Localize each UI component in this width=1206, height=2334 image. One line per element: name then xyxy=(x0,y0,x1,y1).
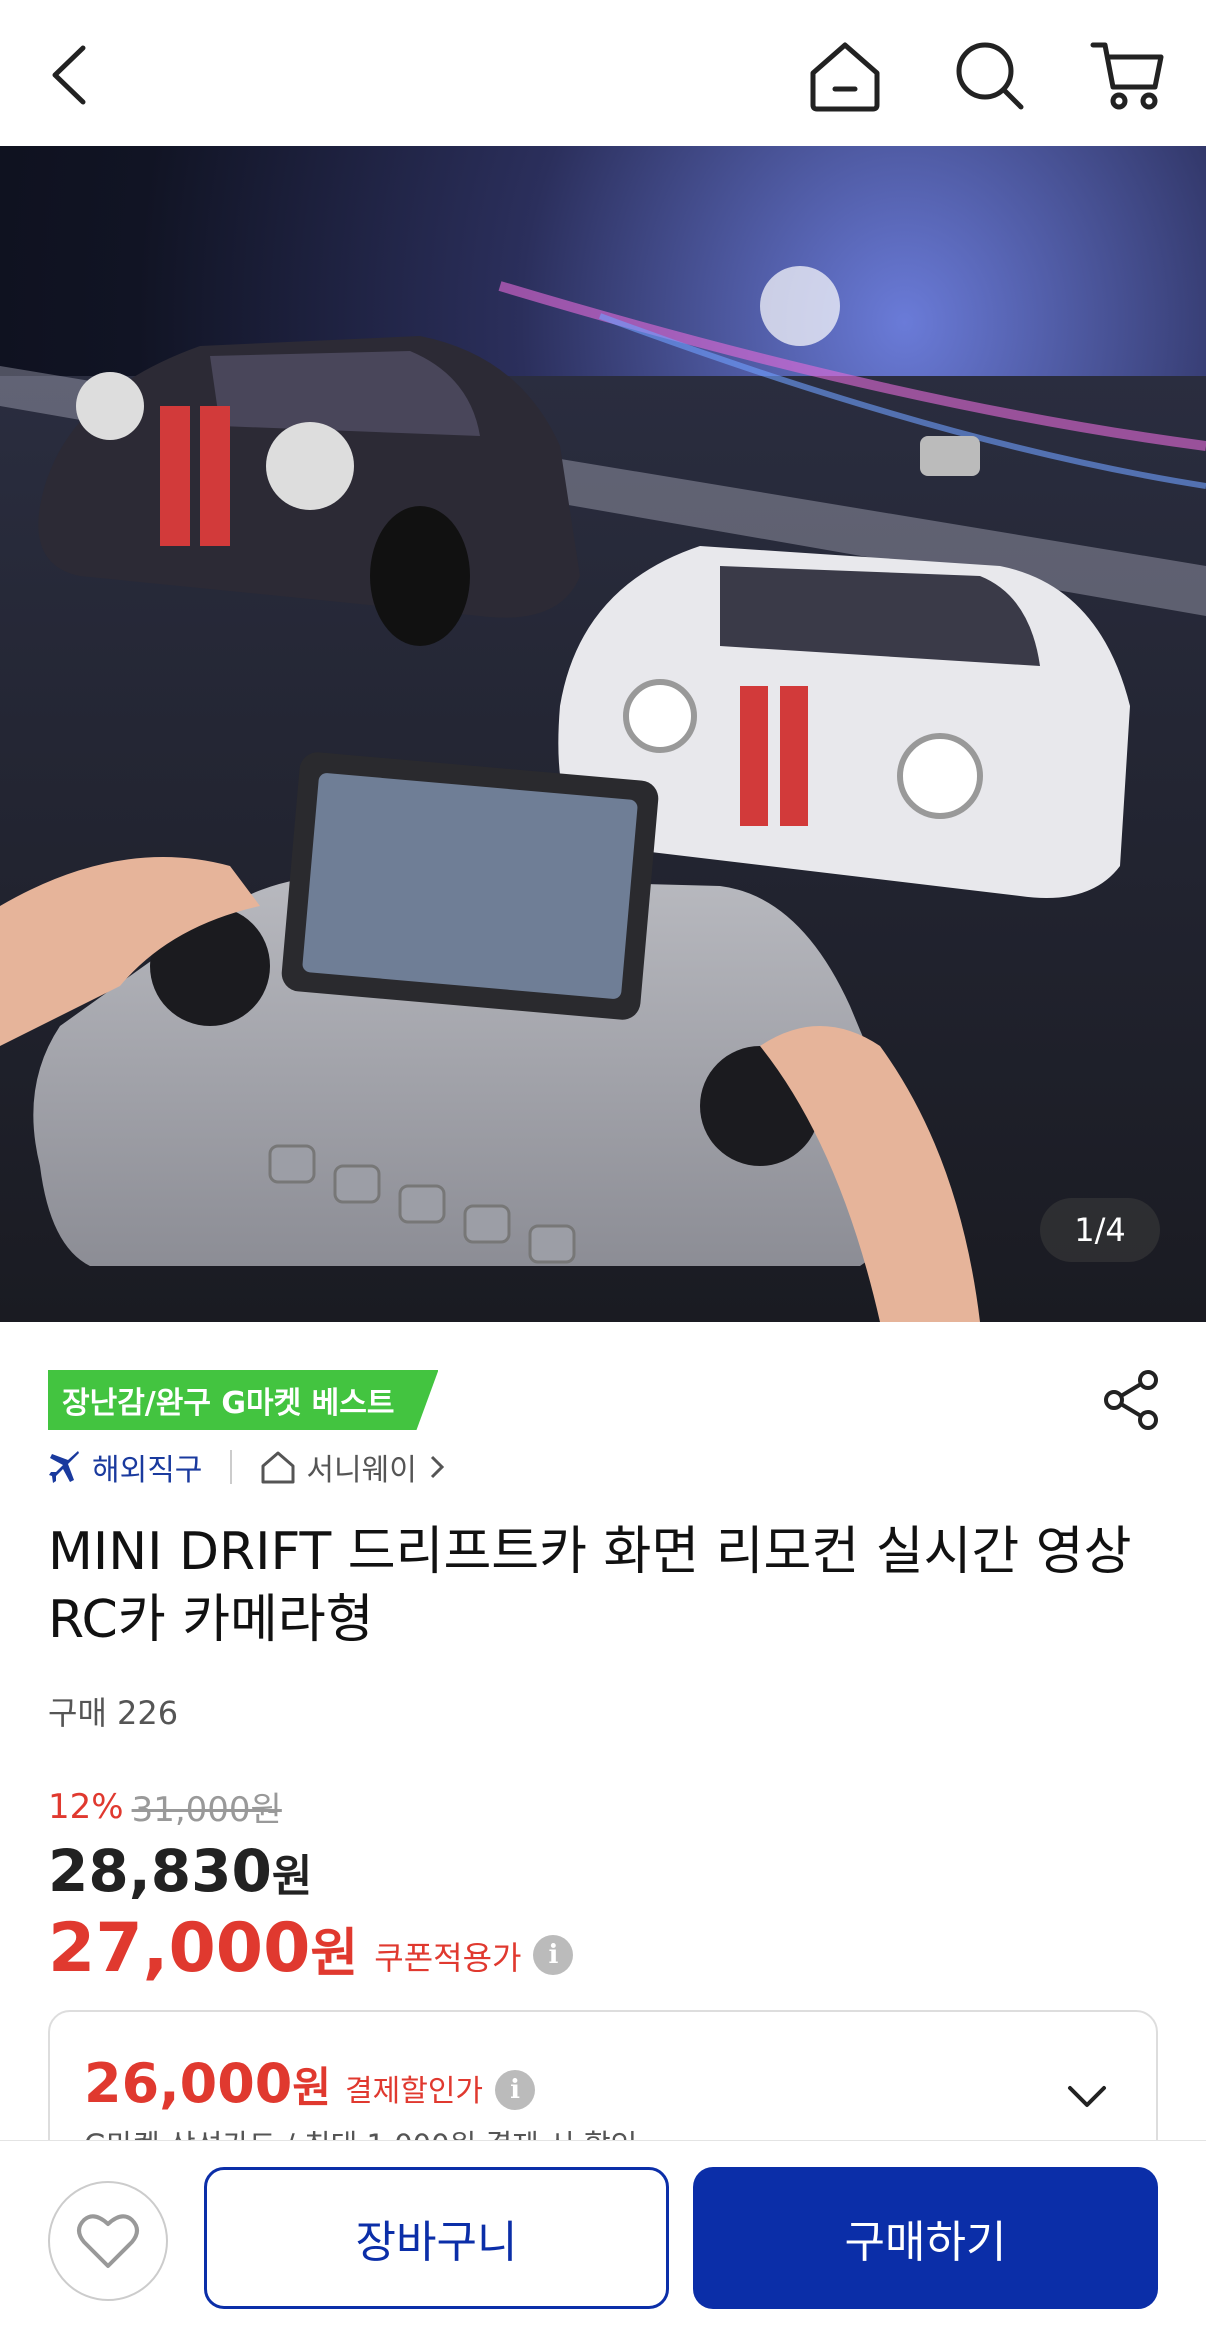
seller-row: 해외직구 서니웨이 xyxy=(48,1442,447,1492)
coupon-price-unit: 원 xyxy=(310,1924,359,1984)
original-price: 31,000원 xyxy=(131,1790,282,1830)
back-arrow-icon[interactable] xyxy=(25,30,115,120)
purchase-count: 구매 226 xyxy=(48,1694,179,1732)
coupon-price: 27,000원 xyxy=(48,1909,358,1988)
chevron-down-icon[interactable] xyxy=(1062,2072,1112,2122)
bottom-action-bar: 장바구니 구매하기 xyxy=(0,2140,1206,2334)
payment-discount-label: 결제할인가 xyxy=(345,2073,484,2109)
home-icon[interactable] xyxy=(800,30,890,120)
divider xyxy=(230,1450,233,1484)
product-photo xyxy=(0,266,1206,1322)
coupon-price-value: 27,000 xyxy=(48,1909,311,1988)
coupon-label: 쿠폰적용가 xyxy=(374,1938,522,1977)
coupon-price-row: 27,000원 쿠폰적용가 i xyxy=(48,1909,574,1988)
overseas-label-text: 해외직구 xyxy=(92,1453,203,1488)
product-image-carousel[interactable]: 1/4 xyxy=(0,146,1206,1322)
top-navigation-bar xyxy=(0,0,1206,146)
sale-price: 28,830원 xyxy=(48,1837,573,1905)
payment-discount-row: 26,000원 결제할인가 i xyxy=(84,2052,536,2115)
wishlist-button[interactable] xyxy=(48,2181,168,2301)
info-icon[interactable]: i xyxy=(495,2069,536,2110)
sale-price-value: 28,830 xyxy=(48,1837,272,1905)
price-area: 12% 31,000원 28,830원 27,000원 쿠폰적용가 i xyxy=(48,1782,574,1988)
add-to-cart-button[interactable]: 장바구니 xyxy=(204,2167,669,2309)
payment-discount-value: 26,000 xyxy=(84,2052,293,2115)
best-badge: 장난감/완구 G마켓 베스트 xyxy=(48,1370,438,1430)
store-home-icon xyxy=(261,1451,295,1484)
chevron-right-icon xyxy=(430,1455,444,1479)
airplane-icon xyxy=(49,1451,79,1483)
image-pager: 1/4 xyxy=(1040,1198,1160,1262)
heart-icon xyxy=(77,2214,139,2268)
product-title: MINI DRIFT 드리프트카 화면 리모컨 실시간 영상 RC카 카메라형 xyxy=(48,1522,1132,1650)
search-icon[interactable] xyxy=(944,30,1034,120)
discount-rate: 12% xyxy=(48,1786,124,1827)
payment-discount-unit: 원 xyxy=(292,2063,332,2112)
payment-discount-price: 26,000원 xyxy=(84,2052,331,2115)
cart-icon[interactable] xyxy=(1084,30,1174,120)
buy-now-button[interactable]: 구매하기 xyxy=(693,2167,1158,2309)
store-name: 서니웨이 xyxy=(306,1453,417,1488)
overseas-direct-label: 해외직구 xyxy=(48,1445,202,1489)
share-icon[interactable] xyxy=(1100,1368,1164,1432)
discount-row: 12% 31,000원 xyxy=(48,1782,573,1831)
info-icon[interactable]: i xyxy=(533,1934,574,1975)
store-link[interactable]: 서니웨이 xyxy=(260,1445,446,1489)
sale-price-unit: 원 xyxy=(271,1851,313,1902)
